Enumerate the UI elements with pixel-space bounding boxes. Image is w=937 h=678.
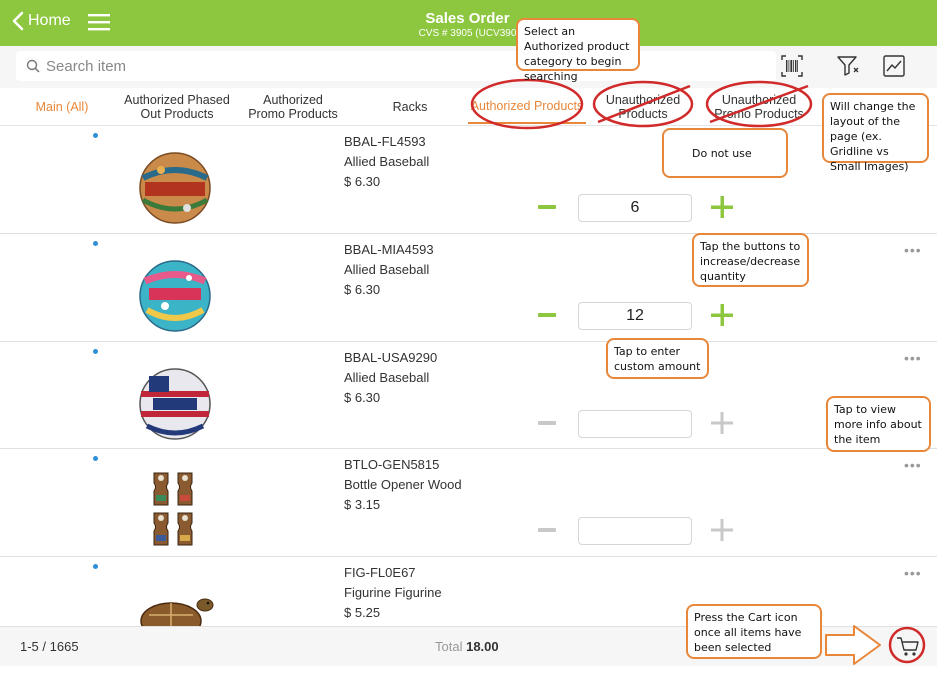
status-dot	[93, 564, 98, 569]
product-sku: BBAL-MIA4593	[344, 242, 434, 257]
callout-cart: Press the Cart icon once all items have …	[686, 604, 822, 659]
callout-quantity-buttons: Tap the buttons to increase/decrease qua…	[692, 233, 809, 287]
status-dot	[93, 456, 98, 461]
increase-quantity-button[interactable]	[710, 303, 734, 327]
decrease-quantity-button[interactable]	[538, 421, 556, 425]
product-name: Allied Baseball	[344, 154, 430, 169]
product-price: $ 6.30	[344, 174, 381, 189]
quantity-input[interactable]	[578, 302, 692, 330]
product-sku: BTLO-GEN5815	[344, 457, 440, 472]
product-name: Allied Baseball	[344, 370, 430, 385]
product-image	[139, 368, 211, 440]
quantity-input[interactable]	[578, 410, 692, 438]
filter-icon[interactable]	[836, 54, 860, 78]
decrease-quantity-button[interactable]	[538, 528, 556, 532]
cart-icon[interactable]	[896, 636, 920, 658]
quantity-input[interactable]	[578, 517, 692, 545]
increase-quantity-button[interactable]	[710, 411, 734, 435]
total-value: 18.00	[466, 639, 499, 654]
decrease-quantity-button[interactable]	[538, 313, 556, 317]
status-dot	[93, 133, 98, 138]
more-icon[interactable]: •••	[904, 350, 922, 366]
more-icon[interactable]: •••	[904, 565, 922, 581]
status-dot	[93, 349, 98, 354]
product-sku: FIG-FL0E67	[344, 565, 416, 580]
increase-quantity-button[interactable]	[710, 518, 734, 542]
product-row[interactable]: BBAL-USA9290 Allied Baseball $ 6.30 •••	[0, 342, 937, 449]
decrease-quantity-button[interactable]	[538, 205, 556, 209]
product-row[interactable]: BBAL-FL4593 Allied Baseball $ 6.30	[0, 126, 937, 234]
increase-quantity-button[interactable]	[710, 195, 734, 219]
barcode-icon[interactable]	[780, 54, 804, 78]
quantity-input[interactable]	[578, 194, 692, 222]
search-row	[0, 46, 937, 88]
product-price: $ 6.30	[344, 282, 381, 297]
product-image	[139, 260, 211, 332]
tab-unauthorized-products[interactable]: Unauthorized Products	[598, 90, 688, 124]
callout-select-category: Select an Authorized product category to…	[516, 18, 640, 83]
search-box	[16, 51, 776, 81]
more-icon[interactable]: •••	[904, 457, 922, 473]
tab-main-all[interactable]: Main (All)	[22, 90, 102, 124]
search-icon	[26, 59, 40, 73]
product-sku: BBAL-FL4593	[344, 134, 426, 149]
hamburger-icon[interactable]	[88, 12, 110, 32]
product-name: Bottle Opener Wood	[344, 477, 462, 492]
product-name: Figurine Figurine	[344, 585, 442, 600]
tab-unauthorized-promo[interactable]: Unauthorized Promo Products	[708, 90, 810, 124]
category-tabs: Main (All) Authorized Phased Out Product…	[0, 88, 937, 126]
product-image	[153, 472, 193, 546]
callout-layout: Will change the layout of the page (ex. …	[822, 93, 929, 173]
top-bar: Home Sales Order CVS # 3905 (UCV390	[0, 0, 937, 46]
product-sku: BBAL-USA9290	[344, 350, 438, 365]
home-back-button[interactable]: Home	[12, 11, 71, 31]
product-price: $ 6.30	[344, 390, 381, 405]
status-dot	[93, 241, 98, 246]
product-price: $ 3.15	[344, 497, 381, 512]
product-image	[139, 152, 211, 224]
tab-authorized-promo[interactable]: Authorized Promo Products	[243, 90, 343, 124]
total-label: Total	[435, 639, 463, 654]
callout-custom-amount: Tap to enter custom amount	[606, 338, 709, 379]
sales-order-screen: Home Sales Order CVS # 3905 (UCV390 Sear…	[0, 0, 937, 678]
product-name: Allied Baseball	[344, 262, 430, 277]
tab-racks[interactable]: Racks	[375, 90, 445, 124]
product-row[interactable]: BTLO-GEN5815 Bottle Opener Wood $ 3.15 •…	[0, 449, 937, 557]
product-price: $ 5.25	[344, 605, 381, 620]
more-icon[interactable]: •••	[904, 242, 922, 258]
chart-icon[interactable]	[882, 54, 906, 78]
product-image	[140, 598, 214, 626]
home-label: Home	[28, 12, 71, 29]
chevron-left-icon	[12, 11, 24, 31]
tab-authorized-products[interactable]: Authorized Products	[468, 90, 586, 124]
callout-more-info: Tap to view more info about the item	[826, 396, 931, 452]
callout-do-not-use: Do not use	[662, 128, 788, 178]
tab-authorized-phased-out[interactable]: Authorized Phased Out Products	[117, 90, 237, 124]
item-count: 1-5 / 1665	[20, 639, 79, 654]
order-total: Total 18.00	[435, 639, 499, 654]
